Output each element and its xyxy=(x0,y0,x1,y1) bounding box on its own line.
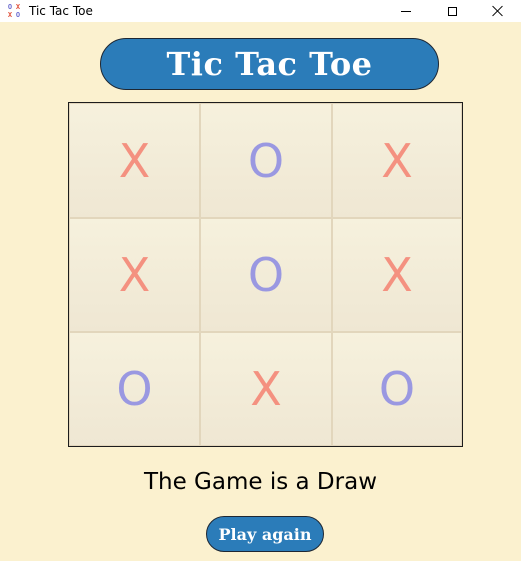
app-icon-glyph: O xyxy=(15,11,21,19)
app-icon-glyph: X xyxy=(7,11,13,19)
app-icon-glyph: X xyxy=(15,3,21,11)
game-board: X O X X O X O X O xyxy=(68,102,463,447)
cell-mark: X xyxy=(250,362,282,416)
board-cell-9[interactable]: O xyxy=(332,332,462,446)
window-title: Tic Tac Toe xyxy=(29,4,93,18)
cell-mark: O xyxy=(378,362,416,416)
close-icon xyxy=(492,5,504,17)
close-button[interactable] xyxy=(475,0,521,22)
board-cell-5[interactable]: O xyxy=(200,218,332,332)
app-icon: O X X O xyxy=(6,3,22,19)
board-cell-2[interactable]: O xyxy=(200,103,332,218)
game-status-message: The Game is a Draw xyxy=(143,469,378,495)
cell-mark: X xyxy=(381,133,413,188)
maximize-icon xyxy=(447,6,457,16)
minimize-icon xyxy=(401,10,411,12)
board-cell-8[interactable]: X xyxy=(200,332,332,446)
app-icon-glyph: O xyxy=(7,3,13,11)
cell-mark: X xyxy=(118,133,151,188)
game-title-banner: Tic Tac Toe xyxy=(100,38,439,90)
window-titlebar: O X X O Tic Tac Toe xyxy=(0,0,521,22)
board-cell-3[interactable]: X xyxy=(332,103,462,218)
cell-mark: O xyxy=(247,133,285,188)
board-cell-7[interactable]: O xyxy=(69,332,200,446)
board-cell-1[interactable]: X xyxy=(69,103,200,218)
play-again-button[interactable]: Play again xyxy=(206,516,324,552)
minimize-button[interactable] xyxy=(383,0,429,22)
window-controls xyxy=(383,0,521,22)
cell-mark: O xyxy=(116,362,153,416)
cell-mark: X xyxy=(381,248,413,302)
play-again-label: Play again xyxy=(218,524,312,544)
cell-mark: X xyxy=(118,248,151,302)
board-cell-4[interactable]: X xyxy=(69,218,200,332)
cell-mark: O xyxy=(247,248,285,302)
board-cell-6[interactable]: X xyxy=(332,218,462,332)
maximize-button[interactable] xyxy=(429,0,475,22)
game-title: Tic Tac Toe xyxy=(166,45,373,83)
